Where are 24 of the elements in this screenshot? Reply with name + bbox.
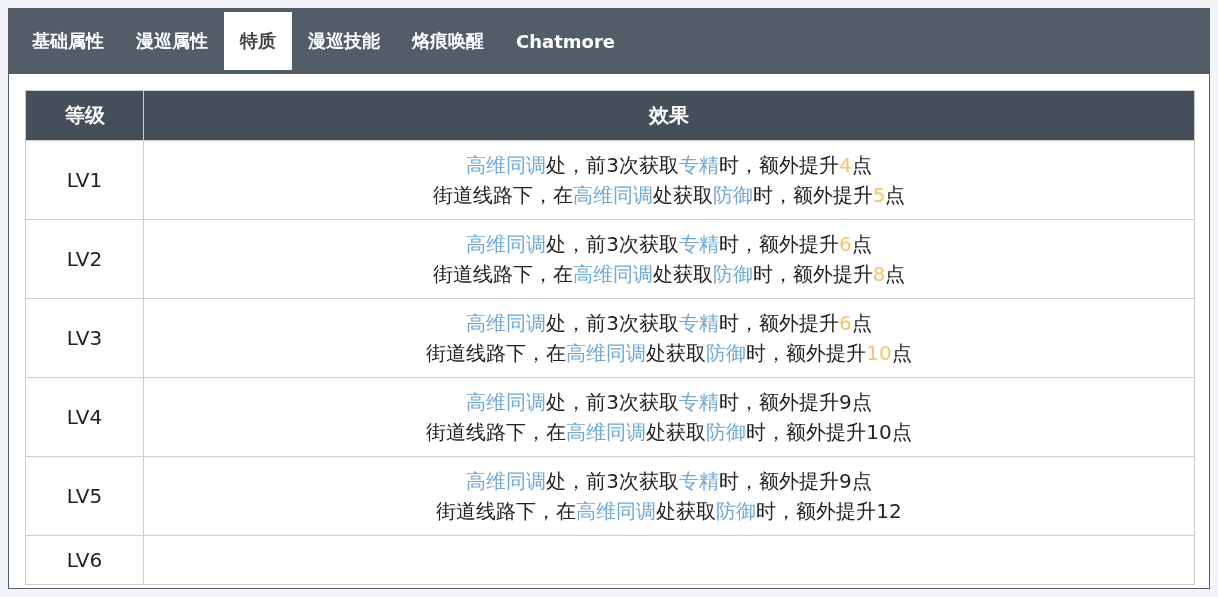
effect-text: 街道线路下，在高维同调处获取防御时，额外提升10点 [425, 340, 913, 367]
column-header: 等级 [25, 90, 144, 141]
effect-text: 街道线路下，在高维同调处获取防御时，额外提升8点 [431, 261, 907, 288]
table-cell: LV2 [25, 219, 144, 299]
effect-text: 高维同调处，前3次获取专精时，额外提升9点 [465, 389, 873, 416]
tab[interactable]: 漫巡属性 [120, 12, 224, 70]
table-cell: LV3 [25, 298, 144, 378]
column-header: 效果 [143, 90, 1195, 141]
tab[interactable]: 烙痕唤醒 [396, 12, 500, 70]
effect-text: 高维同调处，前3次获取专精时，额外提升6点 [465, 231, 873, 258]
table-cell: LV1 [25, 140, 144, 220]
tab[interactable]: 漫巡技能 [292, 12, 396, 70]
tab[interactable]: Chatmore [500, 12, 631, 70]
effect-text: 高维同调处，前3次获取专精时，额外提升4点 [465, 152, 873, 179]
effect-text: 街道线路下，在高维同调处获取防御时，额外提升10点 [425, 419, 913, 446]
table-cell: LV5 [25, 456, 144, 536]
tab[interactable]: 特质 [224, 12, 292, 70]
tab[interactable]: 基础属性 [16, 12, 120, 70]
table-cell: LV6 [25, 535, 144, 585]
effect-text: 街道线路下，在高维同调处获取防御时，额外提升5点 [431, 182, 907, 209]
effect-text: 街道线路下，在高维同调处获取防御时，额外提升12 [435, 498, 903, 525]
table-cell: LV4 [25, 377, 144, 457]
effect-text: 高维同调处，前3次获取专精时，额外提升9点 [465, 468, 873, 495]
effect-text: 高维同调处，前3次获取专精时，额外提升6点 [465, 310, 873, 337]
